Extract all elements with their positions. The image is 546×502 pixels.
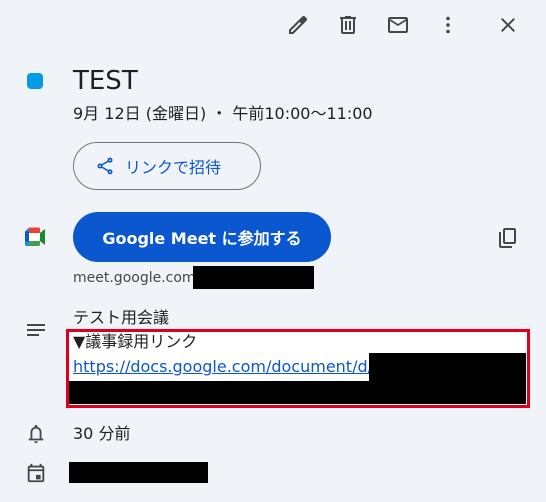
email-button[interactable] xyxy=(378,5,418,45)
pencil-icon xyxy=(289,16,307,34)
copy-icon xyxy=(499,228,516,248)
event-title: TEST xyxy=(73,66,138,96)
close-button[interactable] xyxy=(488,5,528,45)
redacted-link-continuation xyxy=(69,381,526,404)
event-datetime: 9月 12日 (金曜日) ・ 午前10:00～11:00 xyxy=(73,104,373,123)
toolbar xyxy=(0,0,546,50)
meet-url[interactable]: meet.google.com xyxy=(73,268,196,288)
join-google-meet-button[interactable]: Google Meet に参加する xyxy=(73,212,331,262)
description-text: テスト用会議 xyxy=(73,308,170,327)
description-icon xyxy=(27,324,45,336)
calendar-icon xyxy=(27,463,45,483)
more-options-button[interactable] xyxy=(428,5,468,45)
redacted-link-part xyxy=(369,353,526,382)
minutes-link-heading: ▼議事録用リンク xyxy=(73,332,198,351)
minutes-document-link[interactable]: https://docs.google.com/document/d/ xyxy=(73,356,373,378)
delete-button[interactable] xyxy=(328,5,368,45)
share-icon xyxy=(97,157,113,175)
trash-icon xyxy=(340,16,356,34)
redacted-meet-code xyxy=(193,266,314,289)
copy-meet-link-button[interactable] xyxy=(490,220,526,256)
close-icon xyxy=(501,18,515,32)
bell-icon xyxy=(28,424,44,444)
more-vert-icon xyxy=(446,16,450,34)
invite-link-label: リンクで招待 xyxy=(125,158,222,177)
redacted-calendar-name xyxy=(69,462,208,483)
google-meet-icon xyxy=(25,227,45,246)
reminder-text: 30 分前 xyxy=(73,424,131,443)
invite-link-button[interactable]: リンクで招待 xyxy=(73,142,261,190)
event-color-indicator xyxy=(27,73,43,89)
edit-button[interactable] xyxy=(278,5,318,45)
mail-icon xyxy=(388,17,408,33)
